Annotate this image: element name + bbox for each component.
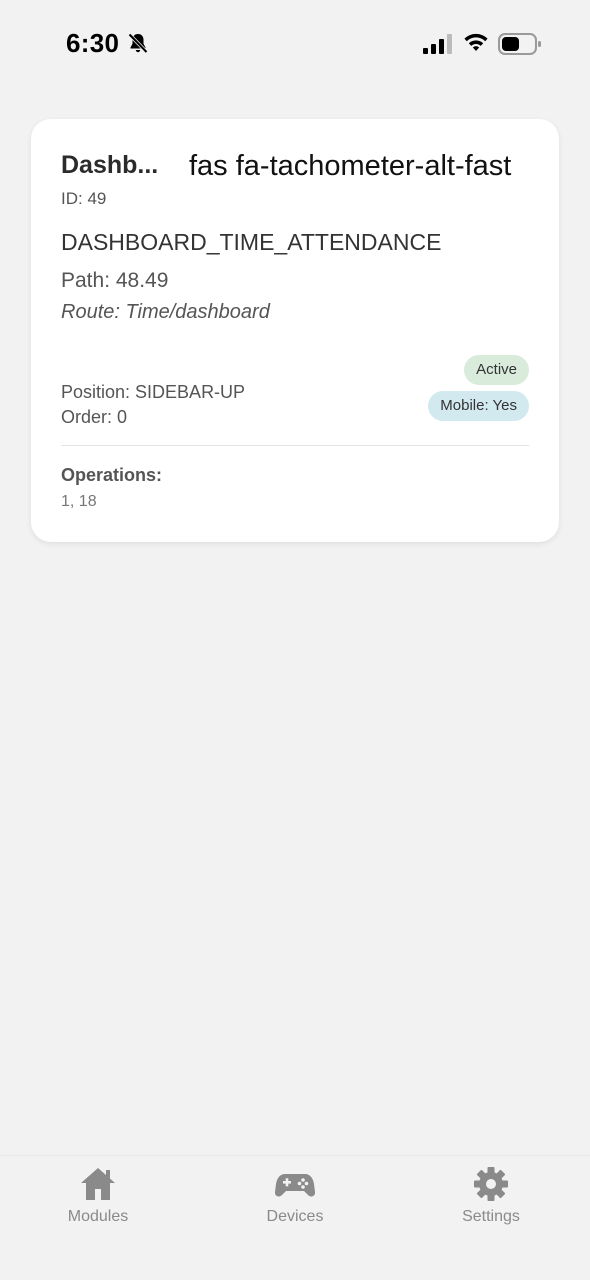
module-path: Path: 48.49 [61, 269, 169, 292]
module-key: DASHBOARD_TIME_ATTENDANCE [61, 229, 442, 255]
module-card[interactable]: Dashb... fas fa-tachometer-alt-fast ID: … [31, 119, 559, 542]
tab-bar: Modules Devices Settings [0, 1155, 590, 1280]
module-name: Dashb... [61, 151, 159, 179]
card-divider [61, 445, 529, 446]
home-icon [81, 1168, 115, 1200]
gear-icon [474, 1167, 508, 1201]
module-position: Position: SIDEBAR-UP [61, 382, 246, 402]
wifi-icon [464, 33, 488, 51]
cellular-signal-icon [423, 34, 452, 54]
tab-settings-label: Settings [462, 1208, 520, 1225]
mobile-badge: Mobile: Yes [428, 391, 529, 421]
tab-modules[interactable]: Modules [38, 1166, 158, 1236]
operations-label: Operations: [61, 465, 163, 485]
module-icon-class: fas fa-tachometer-alt-fast [189, 150, 512, 182]
status-bar: 6:30 [0, 0, 590, 88]
tab-devices-label: Devices [266, 1208, 324, 1225]
active-status-badge: Active [464, 355, 529, 385]
tab-settings[interactable]: Settings [431, 1166, 551, 1236]
module-route: Route: Time/dashboard [61, 301, 270, 323]
operations-values: 1, 18 [61, 493, 97, 510]
battery-icon [498, 33, 541, 55]
gamepad-icon [275, 1174, 315, 1197]
tab-devices[interactable]: Devices [235, 1166, 355, 1236]
module-id: ID: 49 [61, 189, 107, 208]
tab-modules-label: Modules [67, 1208, 129, 1225]
module-order: Order: 0 [61, 407, 128, 427]
bell-slash-icon [128, 33, 148, 54]
status-time: 6:30 [66, 28, 120, 58]
